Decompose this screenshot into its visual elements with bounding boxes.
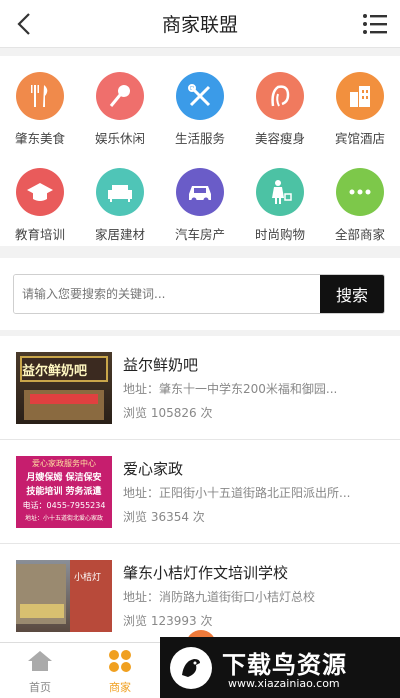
car-icon: [176, 168, 224, 216]
sofa-icon: [96, 168, 144, 216]
category-education[interactable]: 教育培训: [0, 168, 80, 243]
watermark-banner: 下载鸟资源 www.xiazainiao.com: [160, 637, 400, 698]
category-label: 家居建材: [94, 227, 145, 242]
merchant-name: 益尔鲜奶吧: [123, 356, 199, 374]
category-label: 美容瘦身: [254, 131, 305, 146]
merchant-address: 地址：正阳街小十五道街路北正阳派出所...: [123, 486, 351, 500]
home-icon: [28, 651, 52, 671]
merchant-list: 益尔鲜奶吧 益尔鲜奶吧 地址：肇东十一中学东200米福和御园... 浏览 105…: [0, 336, 400, 642]
cutlery-icon: [16, 72, 64, 120]
tools-icon: [176, 72, 224, 120]
search-button[interactable]: 搜索: [320, 275, 384, 313]
search-box: 搜索: [13, 274, 385, 314]
microphone-icon: [96, 72, 144, 120]
list-item[interactable]: 小桔灯 肇东小桔灯作文培训学校 地址：消防路九道街街口小桔灯总校 浏览 1239…: [0, 544, 400, 642]
page-title: 商家联盟: [161, 14, 238, 36]
merchant-thumbnail: 爱心家政服务中心 月嫂保姆 保洁保安 技能培训 劳务派遣 电话：0455-795…: [16, 456, 112, 528]
category-shopping[interactable]: 时尚购物: [240, 168, 320, 243]
thumbnail-line: 地址：小十五道街北爱心家政: [24, 515, 103, 522]
graduation-cap-icon: [16, 168, 64, 216]
list-item[interactable]: 益尔鲜奶吧 益尔鲜奶吧 地址：肇东十一中学东200米福和御园... 浏览 105…: [0, 336, 400, 440]
building-icon: [336, 72, 384, 120]
tab-label: 首页: [29, 681, 51, 694]
category-label: 汽车房产: [174, 227, 225, 242]
category-label: 全部商家: [334, 227, 385, 242]
category-all[interactable]: 全部商家: [320, 168, 400, 243]
category-label: 娱乐休闲: [94, 131, 145, 146]
merchant-views: 浏览 36354 次: [123, 510, 205, 524]
tab-label: 商家: [109, 681, 131, 694]
tab-home[interactable]: 首页: [0, 649, 80, 695]
thumbnail-sign-text: 益尔鲜奶吧: [22, 364, 88, 379]
category-label: 生活服务: [174, 131, 225, 146]
banner-name: 下载鸟资源: [222, 651, 347, 679]
thumbnail-line: 月嫂保姆 保洁保安: [26, 473, 102, 483]
more-icon: [336, 168, 384, 216]
category-services[interactable]: 生活服务: [160, 72, 240, 147]
merchant-name: 肇东小桔灯作文培训学校: [123, 564, 289, 582]
tab-merchant[interactable]: 商家: [80, 649, 160, 695]
list-menu-icon: [363, 14, 387, 34]
category-food[interactable]: 肇东美食: [0, 72, 80, 147]
search-input[interactable]: [14, 275, 320, 313]
thumbnail-sign-text: 小桔灯: [74, 573, 102, 583]
shopping-icon: [256, 168, 304, 216]
merchant-address: 地址：消防路九道街街口小桔灯总校: [123, 590, 316, 604]
category-entertainment[interactable]: 娱乐休闲: [80, 72, 160, 147]
thumbnail-line: 爱心家政服务中心: [32, 459, 96, 468]
merchant-views: 浏览 105826 次: [123, 406, 213, 420]
list-item[interactable]: 爱心家政服务中心 月嫂保姆 保洁保安 技能培训 劳务派遣 电话：0455-795…: [0, 440, 400, 544]
category-hotel[interactable]: 宾馆酒店: [320, 72, 400, 147]
category-beauty[interactable]: 美容瘦身: [240, 72, 320, 147]
category-grid: 肇东美食 娱乐休闲 生活服务 美容瘦身 宾馆酒店 教育培训 家居建材 汽车房产 …: [0, 56, 400, 246]
merchant-thumbnail: 益尔鲜奶吧: [16, 352, 112, 424]
merchant-name: 爱心家政: [123, 460, 184, 478]
top-bar: 商家联盟: [0, 0, 400, 48]
merchant-address: 地址：肇东十一中学东200米福和御园...: [123, 382, 338, 396]
thumbnail-line: 技能培训 劳务派遣: [26, 487, 102, 497]
bird-logo-icon: [170, 647, 212, 689]
category-label: 肇东美食: [14, 131, 65, 146]
category-label: 教育培训: [14, 227, 65, 242]
thumbnail-line: 电话：0455-7955234: [22, 501, 106, 510]
merchant-icon: [109, 650, 131, 672]
face-icon: [256, 72, 304, 120]
category-label: 宾馆酒店: [334, 131, 385, 146]
menu-button[interactable]: [362, 12, 388, 36]
category-furniture[interactable]: 家居建材: [80, 168, 160, 243]
merchant-views: 浏览 123993 次: [123, 614, 213, 628]
category-label: 时尚购物: [254, 227, 305, 242]
merchant-thumbnail: 小桔灯: [16, 560, 112, 632]
banner-url: www.xiazainiao.com: [228, 677, 340, 690]
category-auto-realestate[interactable]: 汽车房产: [160, 168, 240, 243]
search-section: 搜索: [0, 258, 400, 330]
